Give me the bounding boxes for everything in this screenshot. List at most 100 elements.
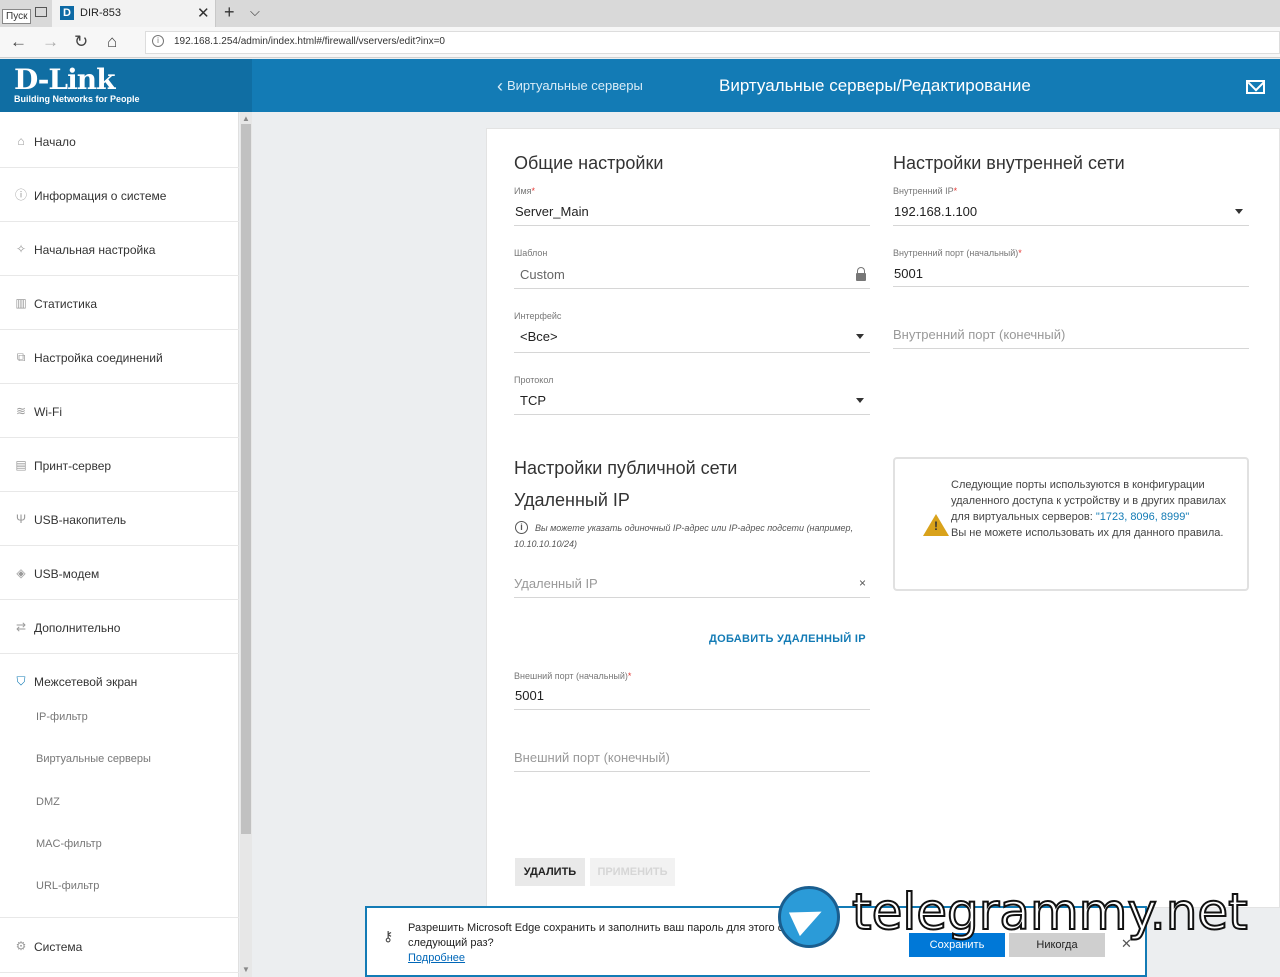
dlink-logo[interactable]: D-Link Building Networks for People: [0, 59, 252, 112]
mail-icon[interactable]: [1246, 80, 1265, 94]
remote-ip-field[interactable]: Удаленный IP: [514, 576, 598, 591]
sidebar-item-label: Начальная настройка: [34, 243, 156, 257]
wand-icon: ✧: [15, 242, 27, 256]
browser-tab-bar: Пуск D DIR-853 ✕ + ⌵: [0, 0, 1280, 27]
app-header: D-Link Building Networks for People ‹ Вир…: [0, 59, 1280, 112]
telegram-logo-icon: [778, 886, 840, 948]
internal-port-end-field[interactable]: Внутренний порт (конечный): [893, 327, 1065, 342]
lock-icon: [856, 267, 866, 281]
sidebar-subitem-mac-filter[interactable]: MAC-фильтр: [36, 838, 102, 850]
remote-ip-heading: Удаленный IP: [514, 490, 630, 510]
sidebar-scrollbar[interactable]: ▲ ▼: [240, 112, 252, 977]
sidebar-subitem-url-filter[interactable]: URL-фильтр: [36, 880, 99, 892]
browser-tab[interactable]: D DIR-853 ✕: [52, 0, 216, 27]
forward-arrow-icon[interactable]: →: [42, 32, 59, 52]
protocol-label: Протокол: [514, 375, 554, 385]
info-icon: ⓘ: [14, 188, 27, 202]
public-settings-heading: Настройки публичной сети: [514, 458, 738, 478]
name-field[interactable]: Server_Main: [515, 204, 589, 219]
sidebar-item-label: Статистика: [34, 297, 98, 311]
sidebar-item-firewall[interactable]: ⛉ Межсетевой экран IP-фильтр Виртуальные…: [0, 654, 239, 918]
new-tab-button[interactable]: +: [224, 2, 235, 23]
internal-port-end-underline: [893, 348, 1249, 349]
ext-port-start-underline: [514, 709, 870, 710]
back-arrow-icon[interactable]: ←: [10, 32, 27, 52]
clear-icon[interactable]: ×: [859, 576, 866, 590]
sidebar-item-system[interactable]: ⚙ Система: [0, 919, 239, 973]
sidebar-item-statistics[interactable]: ▥ Статистика: [0, 276, 239, 330]
sidebar-subitem-ip-filter[interactable]: IP-фильтр: [36, 711, 88, 723]
watermark-text: telegrammy.net: [851, 882, 1249, 942]
ext-port-end-underline: [514, 771, 870, 772]
ports-warning-box: ! Следующие порты используются в конфигу…: [893, 457, 1249, 591]
wifi-icon: ≋: [15, 404, 27, 418]
sidebar-item-label: Межсетевой экран: [34, 675, 138, 689]
remote-ip-hint: Вы можете указать одиночный IP-адрес или…: [514, 523, 854, 549]
connections-icon: ⧉: [16, 350, 26, 364]
name-underline: [514, 225, 870, 226]
chart-icon: ▥: [15, 296, 27, 310]
internal-port-start-field[interactable]: 5001: [894, 266, 923, 281]
warning-exclamation: !: [934, 519, 938, 533]
delete-button[interactable]: УДАЛИТЬ: [515, 858, 585, 886]
internal-port-start-label: Внутренний порт (начальный)*: [893, 248, 1022, 258]
url-text[interactable]: 192.168.1.254/admin/index.html#/firewall…: [174, 36, 445, 47]
usb-icon: Ψ: [15, 512, 27, 526]
logo-tagline: Building Networks for People: [14, 94, 140, 104]
modem-icon: ◈: [16, 566, 26, 580]
interface-select[interactable]: <Все>: [520, 329, 558, 344]
home-icon[interactable]: ⌂: [107, 32, 117, 52]
sidebar-item-label: Дополнительно: [34, 621, 121, 635]
sidebar-item-home[interactable]: ⌂ Начало: [0, 114, 239, 168]
scroll-down-arrow-icon[interactable]: ▼: [242, 965, 250, 974]
internal-ip-dropdown-caret-icon[interactable]: [1235, 209, 1243, 214]
paper-plane-icon: [788, 899, 828, 937]
ext-port-end-field[interactable]: Внешний порт (конечный): [514, 750, 670, 765]
prompt-text: Разрешить Microsoft Edge сохранить и зап…: [408, 922, 816, 949]
page-title: Виртуальные серверы/Редактирование: [719, 76, 1031, 95]
scrollbar-thumb[interactable]: [241, 124, 251, 834]
interface-underline: [514, 352, 870, 353]
sliders-icon: ⇄: [15, 620, 27, 634]
sidebar-item-connections[interactable]: ⧉ Настройка соединений: [0, 330, 239, 384]
sidebar-item-usb-modem[interactable]: ◈ USB-модем: [0, 546, 239, 600]
sidebar-item-usb-storage[interactable]: Ψ USB-накопитель: [0, 492, 239, 546]
sidebar-item-label: Система: [34, 940, 83, 954]
key-icon: ⚷: [383, 928, 394, 944]
ext-port-start-field[interactable]: 5001: [515, 688, 544, 703]
template-underline: [514, 288, 870, 289]
sidebar-item-wifi[interactable]: ≋ Wi-Fi: [0, 384, 239, 438]
sidebar-item-system-info[interactable]: ⓘ Информация о системе: [0, 168, 239, 222]
scroll-up-arrow-icon[interactable]: ▲: [242, 114, 250, 123]
sidebar-subitem-virtual-servers[interactable]: Виртуальные серверы: [36, 753, 151, 765]
learn-more-link[interactable]: Подробнее: [408, 952, 465, 964]
url-field[interactable]: i 192.168.1.254/admin/index.html#/firewa…: [145, 31, 1280, 54]
logo-text: D-Link: [14, 63, 116, 96]
name-label: Имя*: [514, 186, 536, 196]
protocol-dropdown-caret-icon[interactable]: [856, 398, 864, 403]
interface-dropdown-caret-icon[interactable]: [856, 334, 864, 339]
refresh-icon[interactable]: ↻: [74, 32, 88, 52]
apply-button[interactable]: ПРИМЕНИТЬ: [590, 858, 675, 886]
printer-icon: ▤: [15, 458, 27, 472]
sidebar-item-label: Wi-Fi: [34, 405, 62, 419]
sidebar: ⌂ Начало ⓘ Информация о системе ✧ Началь…: [0, 112, 239, 977]
internal-ip-select[interactable]: 192.168.1.100: [894, 204, 977, 219]
back-link-label: Виртуальные серверы: [507, 78, 643, 93]
site-info-icon[interactable]: i: [152, 35, 164, 47]
sidebar-item-label: USB-модем: [34, 567, 100, 581]
template-field: Custom: [520, 267, 565, 282]
protocol-select[interactable]: TCP: [520, 393, 546, 408]
sidebar-item-print-server[interactable]: ▤ Принт-сервер: [0, 438, 239, 492]
sidebar-subitem-dmz[interactable]: DMZ: [36, 796, 60, 808]
sidebar-item-initial-setup[interactable]: ✧ Начальная настройка: [0, 222, 239, 276]
shield-icon: ⛉: [16, 674, 26, 688]
tab-actions-icon[interactable]: [35, 7, 47, 17]
tab-close-icon[interactable]: ✕: [197, 4, 210, 22]
sidebar-item-advanced[interactable]: ⇄ Дополнительно: [0, 600, 239, 654]
tab-list-chevron-icon[interactable]: ⌵: [250, 4, 260, 20]
sidebar-item-label: Принт-сервер: [34, 459, 112, 473]
back-to-virtual-servers-link[interactable]: ‹ Виртуальные серверы: [497, 76, 643, 97]
add-remote-ip-button[interactable]: ДОБАВИТЬ УДАЛЕННЫЙ IP: [709, 633, 866, 645]
interface-label: Интерфейс: [514, 311, 562, 321]
